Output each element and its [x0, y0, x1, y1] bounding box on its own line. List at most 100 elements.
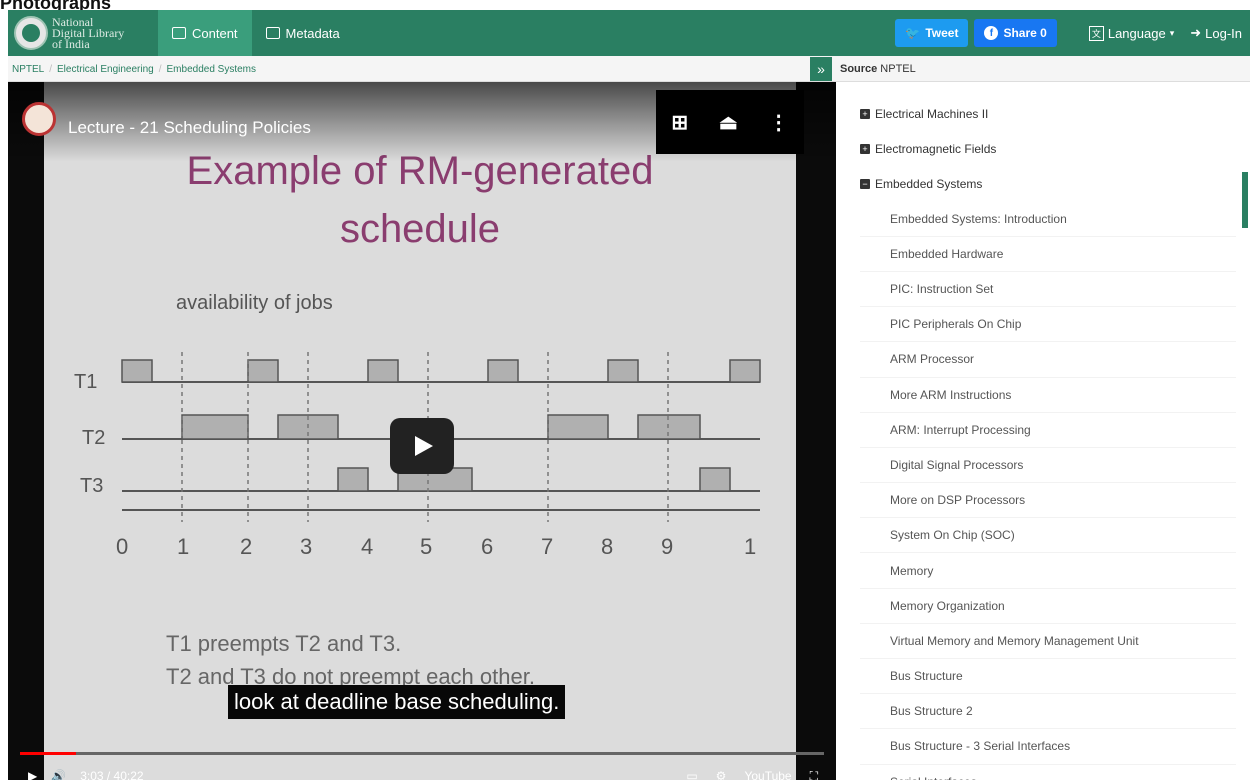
axis-tick: 1 — [744, 534, 756, 559]
job-bar — [247, 359, 279, 383]
progress-bar[interactable] — [20, 752, 824, 755]
player-controls-right: ▭ ⚙ YouTube ⛶ — [668, 769, 818, 780]
content-tree-panel: + Electrical Machines II + Electromagnet… — [836, 82, 1250, 780]
translate-icon: 文 — [1088, 25, 1104, 41]
caret-down-icon: ▾ — [1169, 27, 1175, 38]
lecture-link[interactable]: PIC Peripherals On Chip — [860, 307, 1236, 343]
login-label: Log-In — [1205, 25, 1242, 41]
login-icon: ➜ — [1190, 25, 1202, 40]
tree-item-electromagnetic-fields[interactable]: + Electromagnetic Fields — [860, 131, 1236, 166]
play-icon — [415, 436, 433, 456]
lecture-link[interactable]: Bus Structure 2 — [860, 694, 1236, 730]
lecture-link[interactable]: ARM: Interrupt Processing — [860, 413, 1236, 448]
settings-gear-icon[interactable]: ⚙ — [716, 769, 727, 780]
captions-icon[interactable]: ▭ — [686, 769, 697, 780]
play-small-icon[interactable]: ▶ — [28, 769, 37, 780]
lecture-link[interactable]: System On Chip (SOC) — [860, 518, 1236, 554]
subtitle-caption: look at deadline base scheduling. — [228, 685, 566, 719]
facebook-share-button[interactable]: f Share 0 — [974, 19, 1057, 47]
player-controls: ▶ 🔊 3:03 / 40:22 ▭ ⚙ YouTube ⛶ — [28, 766, 818, 780]
lecture-link[interactable]: Memory — [860, 553, 1236, 589]
axis-tick: 3 — [300, 534, 312, 559]
facebook-icon: f — [984, 26, 999, 40]
fullscreen-icon[interactable]: ⛶ — [810, 769, 818, 780]
logo-emblem-icon — [14, 16, 48, 50]
breadcrumb-item[interactable]: Electrical Engineering — [57, 64, 154, 75]
logo-line: of India — [52, 36, 90, 51]
breadcrumb-item[interactable]: Embedded Systems — [167, 64, 257, 75]
tree-item-label: Embedded Systems — [875, 176, 983, 191]
lecture-link[interactable]: Serial Interfaces — [860, 765, 1236, 780]
tree-item-label: Electromagnetic Fields — [875, 141, 997, 156]
tab-content[interactable]: Content — [158, 10, 252, 56]
lecture-link[interactable]: Bus Structure - 3 Serial Interfaces — [860, 729, 1236, 765]
job-bar — [699, 467, 731, 492]
watch-later-icon[interactable]: ⏏ — [719, 110, 738, 135]
source-value: NPTEL — [880, 63, 916, 75]
language-dropdown[interactable]: 文 Language ▾ — [1088, 25, 1175, 41]
tab-content-label: Content — [192, 25, 238, 41]
source-info: Source NPTEL — [840, 56, 916, 82]
sub-toolbar: NPTEL / Electrical Engineering / Embedde… — [8, 56, 1250, 82]
channel-avatar[interactable] — [22, 102, 56, 136]
page-label: Photographs — [0, 0, 111, 10]
volume-icon[interactable]: 🔊 — [51, 769, 66, 780]
tab-metadata[interactable]: Metadata — [252, 10, 354, 56]
share-label: Share 0 — [1003, 26, 1047, 40]
twitter-icon: 🐦 — [905, 26, 921, 40]
job-bar — [367, 359, 399, 383]
job-bar — [487, 359, 519, 383]
axis-tick: 0 — [116, 534, 128, 559]
top-navbar: National Digital Library of India Conten… — [8, 10, 1250, 56]
login-link[interactable]: ➜ Log-In — [1190, 25, 1242, 41]
row-label: T1 — [74, 371, 97, 393]
double-chevron-right-icon: » — [817, 61, 825, 77]
ndl-logo[interactable]: National Digital Library of India — [8, 10, 158, 56]
lecture-link[interactable]: Embedded Hardware — [860, 237, 1236, 272]
job-bar — [637, 414, 701, 440]
tab-metadata-label: Metadata — [285, 25, 340, 41]
job-bar — [547, 414, 609, 440]
scrollbar-thumb[interactable] — [1242, 172, 1248, 228]
tweet-button[interactable]: 🐦 Tweet — [895, 19, 969, 47]
tweet-label: Tweet — [925, 26, 959, 40]
logo-text: National Digital Library of India — [52, 16, 124, 51]
tree-item-label: Electrical Machines II — [875, 106, 989, 121]
tree-item-embedded-systems[interactable]: − Embedded Systems — [860, 166, 1236, 201]
source-label: Source — [840, 63, 878, 75]
metadata-icon — [265, 27, 280, 39]
breadcrumb-item[interactable]: NPTEL — [12, 64, 44, 75]
axis-tick: 2 — [240, 534, 252, 559]
book-icon — [172, 27, 186, 39]
play-button[interactable] — [390, 418, 454, 474]
lecture-link[interactable]: Digital Signal Processors — [860, 448, 1236, 484]
lecture-link[interactable]: ARM Processor — [860, 342, 1236, 378]
more-options-icon[interactable]: ⋮ — [769, 110, 789, 135]
job-bar — [607, 359, 639, 383]
collapse-panel-button[interactable]: » — [810, 57, 832, 81]
progress-fill — [20, 752, 77, 755]
lecture-link[interactable]: Virtual Memory and Memory Management Uni… — [860, 624, 1236, 659]
lecture-link[interactable]: Bus Structure — [860, 659, 1236, 695]
lecture-link[interactable]: PIC: Instruction Set — [860, 272, 1236, 308]
lecture-link[interactable]: More ARM Instructions — [860, 378, 1236, 413]
lecture-link[interactable]: Embedded Systems: Introduction — [860, 202, 1236, 237]
tree-item-electrical-machines-ii[interactable]: + Electrical Machines II — [860, 96, 1236, 131]
axis-tick: 4 — [361, 534, 373, 559]
expand-plus-icon[interactable]: + — [860, 143, 870, 154]
row-label: T3 — [80, 475, 103, 497]
breadcrumb: NPTEL / Electrical Engineering / Embedde… — [12, 56, 256, 82]
video-player[interactable]: Example of RM-generated schedule availab… — [8, 82, 836, 780]
playlist-icon[interactable]: ⊞ — [671, 110, 688, 135]
lecture-link[interactable]: More on DSP Processors — [860, 483, 1236, 519]
expand-plus-icon[interactable]: + — [860, 108, 870, 119]
navbar-actions: 🐦 Tweet f Share 0 文 Language ▾ ➜ Log-In — [895, 10, 1250, 56]
job-bar — [181, 414, 249, 440]
youtube-logo[interactable]: YouTube — [744, 769, 791, 780]
lecture-link[interactable]: Memory Organization — [860, 589, 1236, 624]
collapse-minus-icon[interactable]: − — [860, 178, 870, 189]
content-tree: + Electrical Machines II + Electromagnet… — [860, 96, 1236, 780]
axis-tick: 8 — [601, 534, 613, 559]
breadcrumb-separator: / — [158, 63, 162, 75]
video-title[interactable]: Lecture - 21 Scheduling Policies — [68, 118, 311, 138]
